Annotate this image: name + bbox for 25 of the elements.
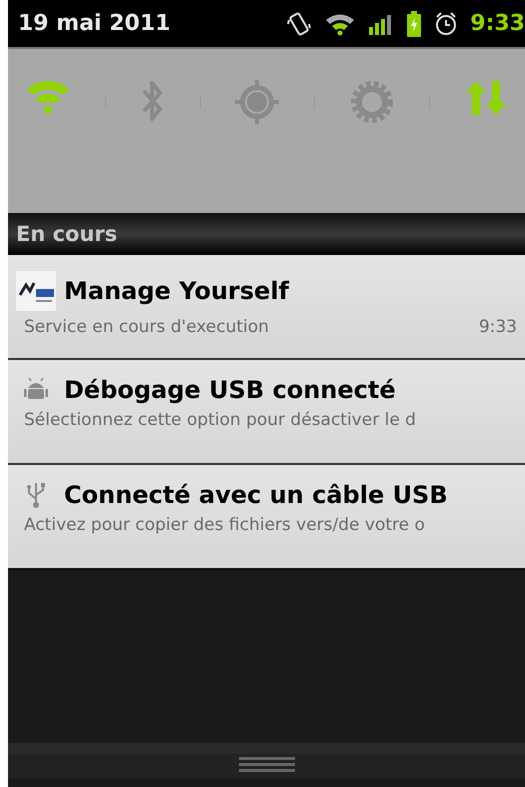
notification-text: Sélectionnez cette option pour désactiver le d: [24, 410, 416, 430]
notification-text: Service en cours d'execution: [24, 317, 269, 337]
location-toggle-icon[interactable]: [234, 79, 280, 125]
notification-text: Activez pour copier des fichiers vers/de votre o: [24, 515, 425, 535]
notification-title: Débogage USB connecté: [64, 376, 396, 404]
status-date: 19 mai 2011: [18, 11, 170, 36]
grip-icon: [238, 756, 294, 774]
battery-charging-icon: [406, 10, 422, 36]
vibrate-icon: [286, 10, 312, 36]
notification-item[interactable]: Connecté avec un câble USB Activez pour copier des fichiers vers/de votre o: [8, 465, 525, 568]
notification-time: 9:33: [478, 317, 517, 337]
notification-item[interactable]: Débogage USB connecté Sélectionnez cette option pour désactiver le d: [8, 360, 525, 463]
status-time: 9:33: [470, 11, 525, 36]
notification-title: Manage Yourself: [64, 277, 289, 305]
android-robot-icon: [23, 378, 49, 402]
data-arrows-toggle-icon[interactable]: [464, 79, 508, 117]
wifi-toggle-icon[interactable]: [24, 79, 71, 115]
alarm-clock-icon: [434, 10, 458, 36]
usb-icon: [26, 481, 46, 509]
notification-item[interactable]: Manage Yourself Service en cours d'execution 9:33: [8, 255, 525, 358]
notification-title: Connecté avec un câble USB: [64, 481, 448, 509]
gear-toggle-icon[interactable]: [349, 79, 396, 125]
wifi-signal-icon: [324, 12, 356, 36]
app-logo-icon: [16, 271, 56, 311]
section-title: En cours: [16, 222, 118, 246]
